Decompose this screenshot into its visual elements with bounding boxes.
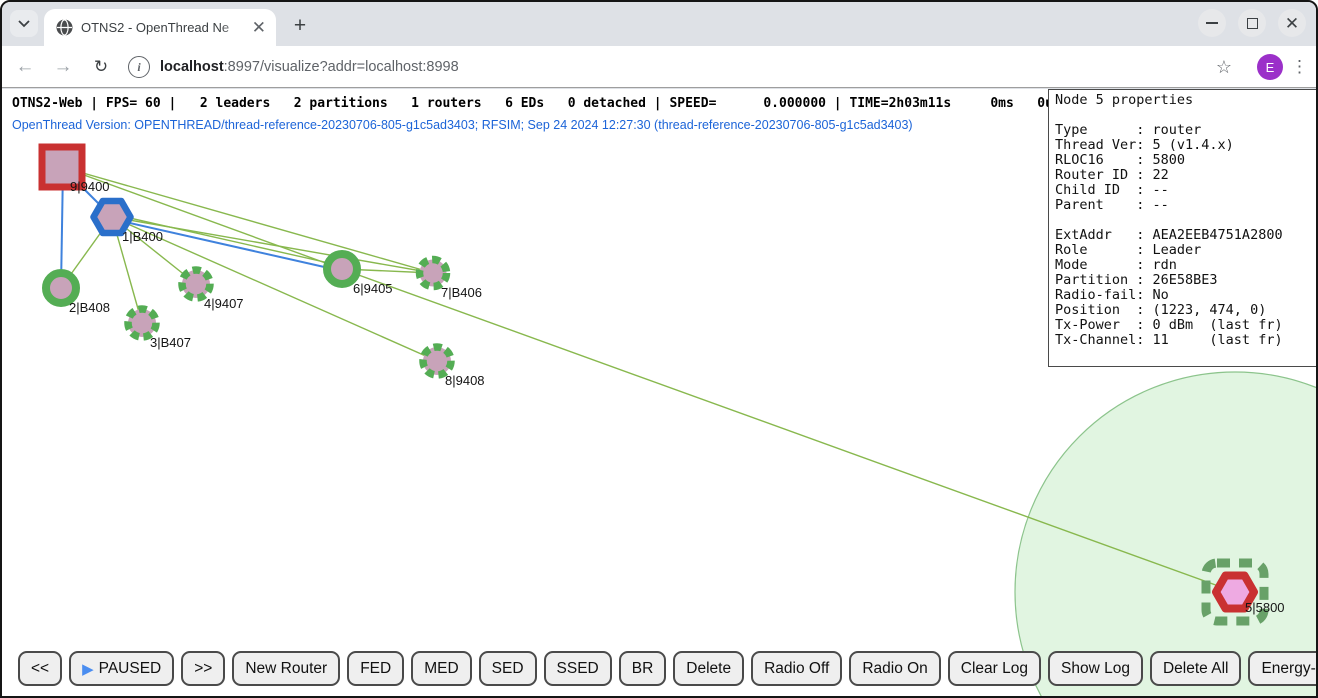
link-edge: [112, 217, 433, 273]
node-label-8: 8|9408: [445, 373, 485, 388]
energy-stats-button[interactable]: Energy-stats ↗: [1248, 651, 1316, 686]
clear-log-button[interactable]: Clear Log: [948, 651, 1041, 686]
close-icon: ✕: [1285, 15, 1299, 32]
tab-close-icon[interactable]: ✕: [252, 19, 266, 36]
forward-button[interactable]: →: [46, 46, 80, 88]
simulator-status-line: OTNS2-Web | FPS= 60 | 2 leaders 2 partit…: [12, 96, 1061, 111]
address-bar[interactable]: localhost:8997/visualize?addr=localhost:…: [160, 46, 459, 88]
browser-window: OTNS2 - OpenThread Ne ✕ + ✕ ← → ↻ i loca…: [0, 0, 1318, 698]
radio-off-button[interactable]: Radio Off: [751, 651, 842, 686]
browser-tab[interactable]: OTNS2 - OpenThread Ne ✕: [44, 9, 276, 46]
node-4[interactable]: [182, 270, 210, 298]
site-info-icon[interactable]: i: [128, 56, 150, 78]
delete-button[interactable]: Delete: [673, 651, 744, 686]
browser-menu-icon[interactable]: ⋮: [1291, 46, 1308, 88]
node-label-1: 1|B400: [122, 229, 163, 244]
tab-title: OTNS2 - OpenThread Ne: [81, 20, 248, 35]
url-host: localhost: [160, 59, 224, 75]
browser-toolbar: ← → ↻ i localhost:8997/visualize?addr=lo…: [2, 46, 1316, 88]
node-2[interactable]: [46, 273, 76, 303]
node-8[interactable]: [423, 347, 451, 375]
openthread-version-line: OpenThread Version: OPENTHREAD/thread-re…: [12, 118, 913, 132]
sed-button[interactable]: SED: [479, 651, 537, 686]
minimize-button[interactable]: [1198, 9, 1226, 37]
back-button[interactable]: ←: [8, 46, 42, 88]
maximize-icon: [1247, 18, 1258, 29]
globe-favicon-icon: [56, 19, 73, 36]
chevron-down-icon: [17, 19, 31, 28]
tab-strip: OTNS2 - OpenThread Ne ✕ + ✕: [2, 2, 1316, 46]
reload-icon[interactable]: ↻: [84, 46, 118, 88]
radio-range-circle: [1015, 372, 1316, 696]
pause-button[interactable]: ▶PAUSED: [69, 651, 174, 686]
profile-avatar[interactable]: E: [1257, 54, 1283, 80]
node-label-5: 5|5800: [1245, 600, 1285, 615]
node-label-6: 6|9405: [353, 281, 393, 296]
node-properties-panel: Node 5 properties Type : router Thread V…: [1048, 89, 1316, 367]
close-button[interactable]: ✕: [1278, 9, 1306, 37]
play-icon: ▶: [82, 660, 94, 678]
new-tab-button[interactable]: +: [286, 12, 314, 40]
url-path: :8997/visualize?addr=localhost:8998: [224, 59, 459, 75]
fed-button[interactable]: FED: [347, 651, 404, 686]
minimize-icon: [1206, 22, 1218, 24]
avatar-letter: E: [1266, 60, 1275, 75]
node-6[interactable]: [327, 254, 357, 284]
delete-all-button[interactable]: Delete All: [1150, 651, 1241, 686]
step-back-button[interactable]: <<: [18, 651, 62, 686]
maximize-button[interactable]: [1238, 9, 1266, 37]
node-label-9: 9|9400: [70, 179, 110, 194]
node-label-7: 7|B406: [441, 285, 482, 300]
tab-search-button[interactable]: [10, 10, 38, 37]
radio-on-button[interactable]: Radio On: [849, 651, 940, 686]
new-router-button[interactable]: New Router: [232, 651, 340, 686]
bookmark-star-icon[interactable]: ☆: [1216, 46, 1232, 88]
node-label-2: 2|B408: [69, 300, 110, 315]
step-forward-button[interactable]: >>: [181, 651, 225, 686]
ssed-button[interactable]: SSED: [544, 651, 612, 686]
node-label-3: 3|B407: [150, 335, 191, 350]
node-7[interactable]: [420, 260, 447, 287]
med-button[interactable]: MED: [411, 651, 471, 686]
otns-visualizer-page: 9|9400 1|B400 2|B408 3|B407 4|9407 6|9405 7|B4…: [2, 89, 1316, 696]
node-label-4: 4|9407: [204, 296, 244, 311]
br-button[interactable]: BR: [619, 651, 667, 686]
simulator-toolbar: <<▶PAUSED>>New RouterFEDMEDSEDSSEDBRDele…: [18, 651, 1316, 686]
show-log-button[interactable]: Show Log: [1048, 651, 1143, 686]
node-3[interactable]: [128, 309, 156, 337]
